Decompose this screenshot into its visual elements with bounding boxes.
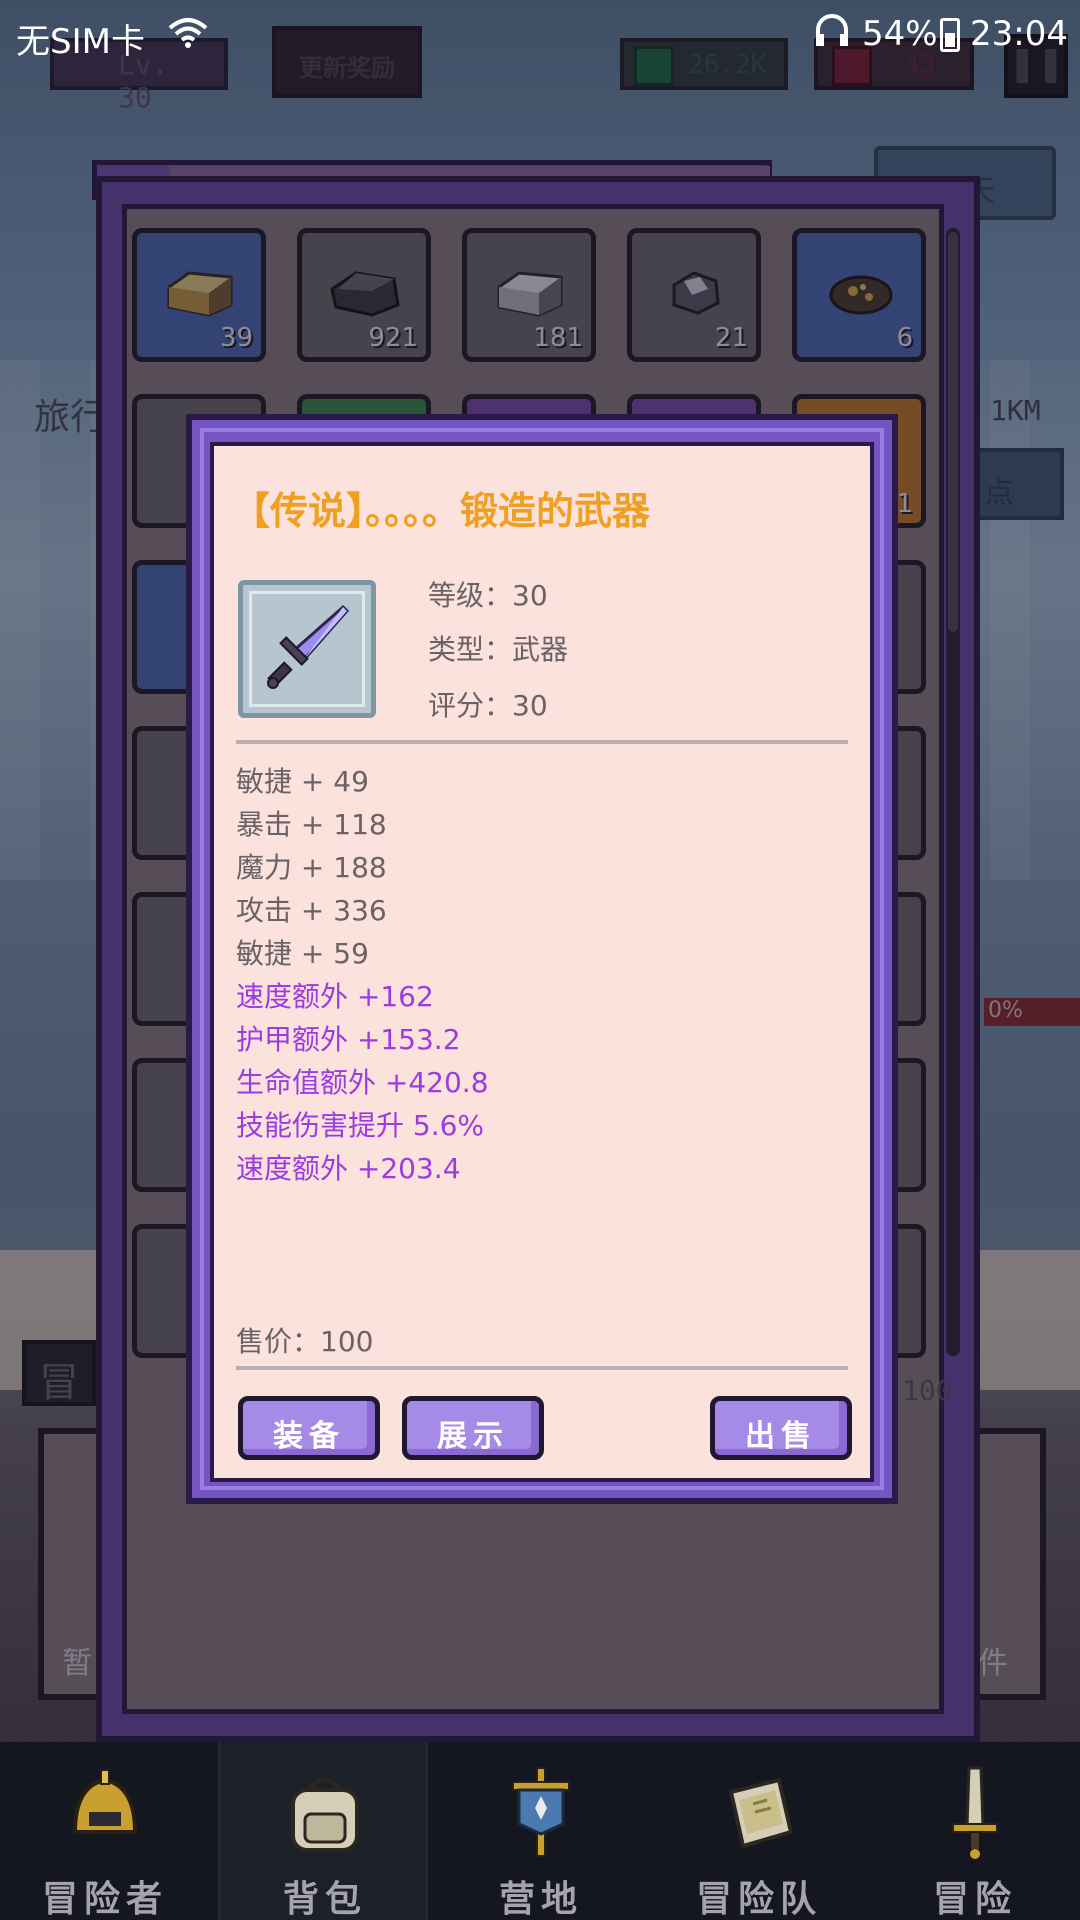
nav-label: 冒险 xyxy=(932,1879,1017,1920)
base-attribute: 魔力 + 188 xyxy=(236,851,387,884)
wifi-icon xyxy=(166,14,210,58)
nav-backpack[interactable]: 背包 xyxy=(218,1742,428,1920)
carrier-label: 无SIM卡 xyxy=(16,22,145,62)
banner-icon xyxy=(512,1767,570,1857)
nav-label: 背包 xyxy=(282,1879,367,1920)
show-button[interactable]: 展示 xyxy=(402,1396,544,1460)
equip-button[interactable]: 装备 xyxy=(238,1396,380,1460)
item-level: 等级：30 xyxy=(428,579,548,612)
item-icon-frame xyxy=(238,580,376,718)
base-attribute: 敏捷 + 59 xyxy=(236,937,369,970)
book-icon xyxy=(728,1777,794,1849)
headphone-icon xyxy=(812,10,852,59)
battery-percent: 54% xyxy=(862,14,938,54)
sell-price: 售价：100 xyxy=(236,1325,374,1358)
divider-top xyxy=(236,740,848,744)
sword-icon xyxy=(267,604,350,689)
battery-icon xyxy=(940,18,960,52)
item-title: 【传说】。。。。锻造的武器 xyxy=(232,489,651,533)
bonus-attribute: 护甲额外 +153.2 xyxy=(236,1023,461,1056)
equip-button-label: 装备 xyxy=(273,1419,345,1454)
nav-party[interactable]: 冒险队 xyxy=(654,1742,864,1920)
status-bar: 无SIM卡 54% 23:04 xyxy=(0,0,1080,70)
nav-adventurer[interactable]: 冒险者 xyxy=(0,1742,210,1920)
sell-button-label: 出售 xyxy=(745,1419,817,1454)
base-attribute: 暴击 + 118 xyxy=(236,808,387,841)
bonus-attribute: 速度额外 +162 xyxy=(236,980,434,1013)
bonus-attribute: 技能伤害提升 5.6% xyxy=(236,1109,485,1142)
nav-adventure[interactable]: 冒险 xyxy=(870,1742,1080,1920)
bonus-attribute: 生命值额外 +420.8 xyxy=(236,1066,489,1099)
backpack-icon xyxy=(291,1777,359,1852)
item-score: 评分：30 xyxy=(428,689,548,722)
nav-label: 营地 xyxy=(498,1879,583,1920)
show-button-label: 展示 xyxy=(437,1419,509,1454)
bonus-attribute: 速度额外 +203.4 xyxy=(236,1152,461,1185)
base-attribute: 攻击 + 336 xyxy=(236,894,387,927)
clock: 23:04 xyxy=(970,14,1068,54)
base-attribute: 敏捷 + 49 xyxy=(236,765,369,798)
nav-label: 冒险队 xyxy=(695,1879,822,1920)
item-type: 类型：武器 xyxy=(428,633,569,666)
sell-button[interactable]: 出售 xyxy=(710,1396,852,1460)
helmet-icon xyxy=(72,1769,138,1834)
nav-camp[interactable]: 营地 xyxy=(436,1742,646,1920)
nav-label: 冒险者 xyxy=(41,1879,168,1920)
divider-bottom xyxy=(236,1366,848,1370)
sword-icon xyxy=(952,1766,998,1859)
